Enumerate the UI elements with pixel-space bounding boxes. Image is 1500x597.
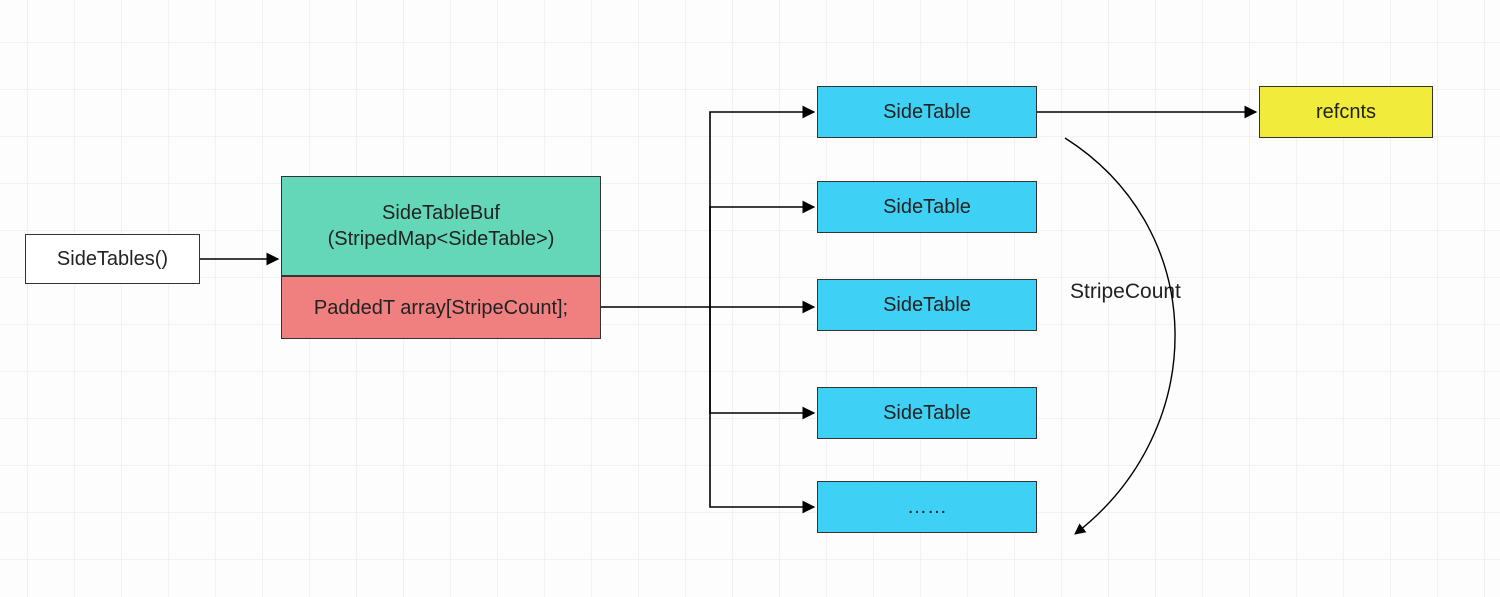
edges-layer [0, 0, 1500, 597]
edge-array-to-st1 [710, 112, 814, 307]
edge-array-to-st4 [710, 307, 814, 413]
edge-stripecount-arc [1065, 138, 1175, 534]
edge-array-to-st2 [710, 207, 814, 307]
edge-array-to-st5 [710, 307, 814, 507]
